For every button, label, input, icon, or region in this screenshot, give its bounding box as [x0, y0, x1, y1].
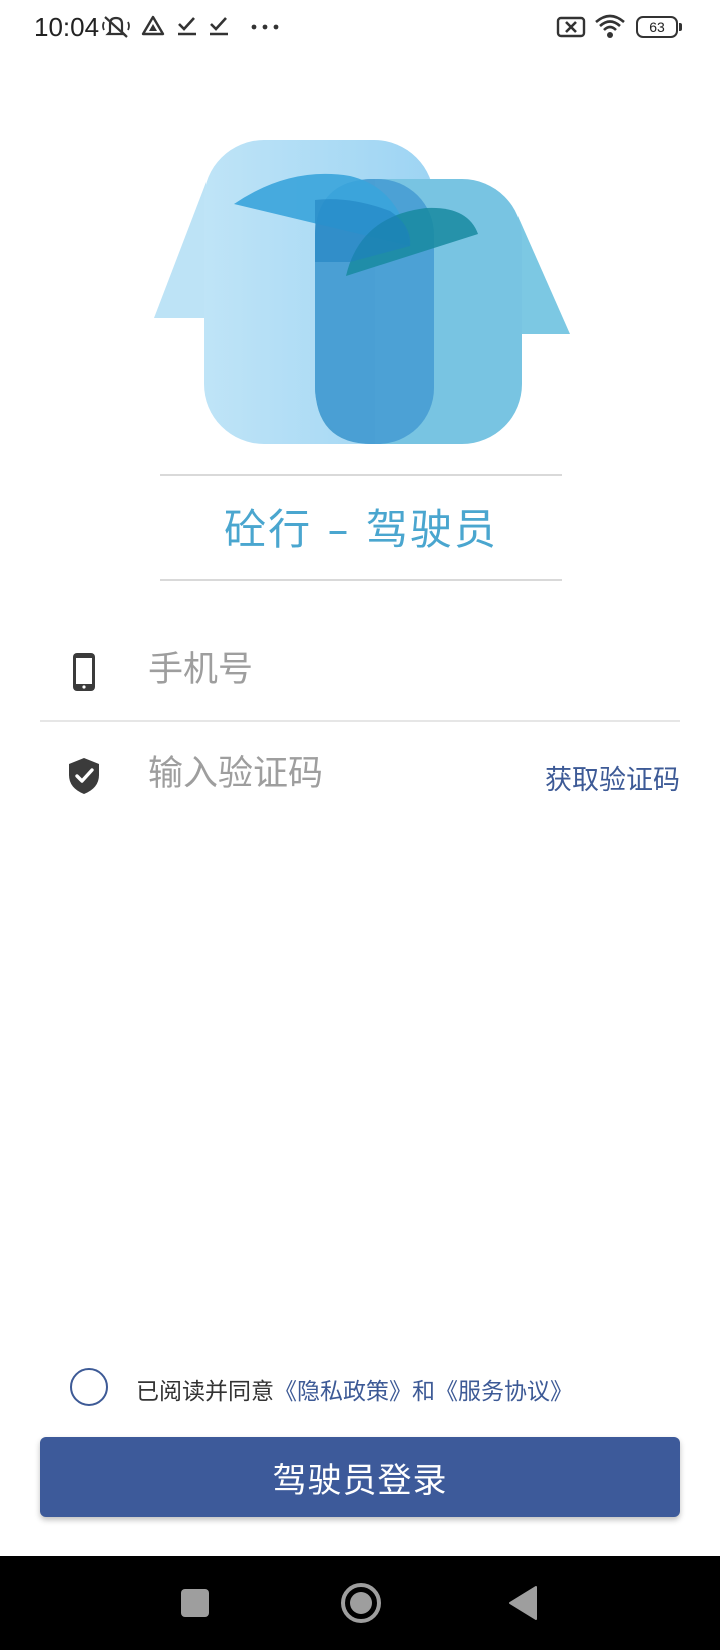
agreement-text: 已阅读并同意《隐私政策》和《服务协议》: [136, 1372, 573, 1406]
verification-code-input[interactable]: [148, 744, 498, 804]
status-bar: 10:04 63: [0, 0, 720, 54]
drive-icon: [141, 15, 165, 36]
wifi-icon: [595, 14, 625, 38]
agreement-checkbox[interactable]: [70, 1368, 108, 1406]
home-circle-icon[interactable]: [339, 1581, 383, 1625]
phone-input[interactable]: [148, 640, 648, 700]
check-icon: [178, 17, 196, 36]
mute-vibrate-icon: [102, 16, 130, 38]
title-divider-bottom: [160, 579, 562, 581]
get-code-button[interactable]: 获取验证码: [545, 758, 680, 797]
service-agreement-link[interactable]: 《服务协议》: [435, 1379, 573, 1405]
app-logo-icon: [154, 140, 570, 444]
phone-row: [40, 622, 680, 718]
recents-square-icon[interactable]: [180, 1588, 210, 1618]
agreement-prefix: 已阅读并同意: [136, 1379, 274, 1405]
back-triangle-icon[interactable]: [508, 1585, 538, 1621]
status-time: 10:04: [34, 12, 100, 42]
check-icon: [210, 17, 228, 36]
battery-icon: 63: [636, 16, 682, 38]
battery-level: 63: [649, 19, 665, 35]
phone-icon: [73, 653, 95, 691]
system-nav-bar: [0, 1556, 720, 1650]
app-title: 砼行 – 驾驶员: [224, 505, 498, 554]
more-icon: [251, 24, 279, 30]
code-row: 获取验证码: [40, 726, 680, 822]
privacy-policy-link[interactable]: 《隐私政策》: [274, 1379, 412, 1405]
title-divider-top: [160, 474, 562, 476]
shield-check-icon: [69, 758, 99, 794]
field-divider: [40, 720, 680, 722]
agreement-conjunction: 和: [412, 1379, 435, 1405]
no-sim-icon: [556, 16, 586, 38]
driver-login-button[interactable]: 驾驶员登录: [40, 1437, 680, 1517]
